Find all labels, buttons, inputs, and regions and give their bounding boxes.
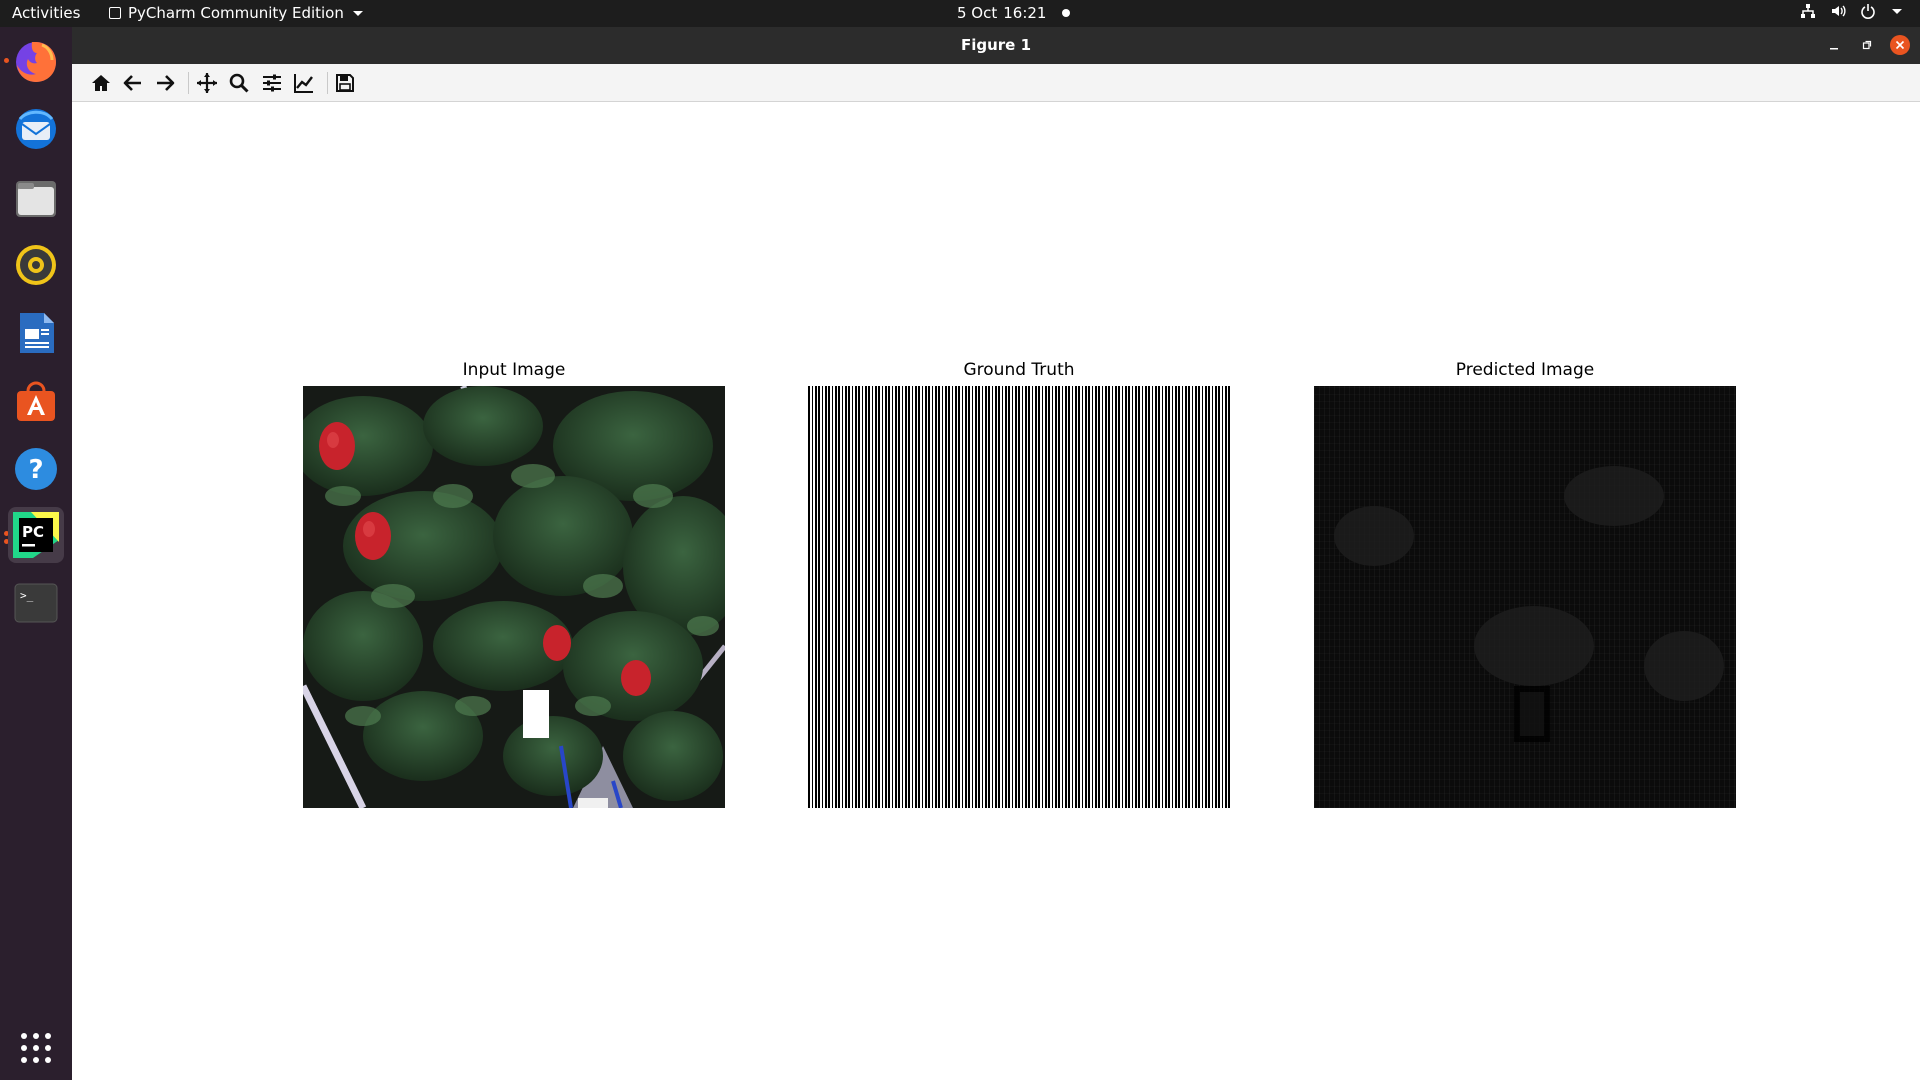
activities-button[interactable]: Activities: [12, 4, 80, 22]
home-button[interactable]: [88, 70, 114, 96]
app-menu-icon: [109, 7, 121, 19]
notification-dot-icon: [1062, 9, 1071, 17]
window-title: Figure 1: [960, 36, 1032, 54]
restore-icon: [1862, 40, 1872, 50]
software-center-icon: [17, 381, 55, 421]
clock-time: 16:21: [1003, 4, 1047, 22]
zoom-icon: [229, 73, 249, 93]
minimize-icon: [1830, 48, 1838, 50]
dock-item-pycharm[interactable]: PC: [8, 507, 64, 563]
top-bar: Activities PyCharm Community Edition 5 O…: [0, 0, 1920, 27]
figure-canvas[interactable]: Input Image Ground Truth Predicted Image: [72, 102, 1920, 1080]
back-arrow-icon: [123, 75, 141, 91]
save-button[interactable]: [332, 70, 358, 96]
dock-item-help[interactable]: ?: [8, 441, 64, 497]
firefox-icon: [16, 42, 56, 82]
app-menu-label: PyCharm Community Edition: [128, 4, 344, 22]
subplot-title: Input Image: [462, 360, 566, 380]
network-icon: [1801, 4, 1815, 18]
dock-item-rhythmbox[interactable]: [8, 237, 64, 293]
forward-button[interactable]: [152, 70, 178, 96]
dock-item-software[interactable]: [8, 373, 64, 429]
clock-date: 5 Oct: [957, 4, 998, 22]
toolbar-separator: [188, 72, 189, 94]
pan-icon: [197, 73, 217, 93]
show-applications-button[interactable]: [8, 1020, 64, 1076]
forward-arrow-icon: [157, 75, 175, 91]
dock-item-writer[interactable]: [8, 305, 64, 361]
dock-item-firefox[interactable]: [8, 33, 64, 89]
save-icon: [336, 74, 354, 92]
matplotlib-toolbar: [72, 64, 1920, 102]
toolbar-separator: [327, 72, 328, 94]
pan-button[interactable]: [194, 70, 220, 96]
volume-icon: [1832, 5, 1846, 17]
libreoffice-writer-icon: [20, 313, 54, 353]
window-titlebar[interactable]: Figure 1: [72, 27, 1920, 64]
subplot-title: Predicted Image: [1455, 360, 1595, 380]
back-button[interactable]: [120, 70, 146, 96]
rhythmbox-icon: [16, 245, 56, 285]
app-menu[interactable]: PyCharm Community Edition: [109, 4, 363, 22]
system-tray[interactable]: [1800, 3, 1902, 19]
dock-item-terminal[interactable]: >_: [8, 575, 64, 631]
thunderbird-icon: [16, 109, 56, 149]
close-button[interactable]: [1890, 35, 1910, 55]
dock: ? PC >_: [0, 27, 72, 1080]
edit-axis-icon: [294, 74, 313, 93]
chevron-down-icon: [1892, 8, 1902, 14]
ground-truth-image: [808, 386, 1230, 808]
configure-subplots-button[interactable]: [259, 70, 285, 96]
maximize-button[interactable]: [1857, 35, 1877, 55]
help-icon: ?: [15, 448, 57, 490]
dock-item-files[interactable]: [8, 169, 64, 225]
svg-text:>_: >_: [20, 589, 34, 602]
clock[interactable]: 5 Oct 16:21: [957, 4, 1071, 22]
home-icon: [92, 75, 110, 91]
svg-text:PC: PC: [22, 523, 44, 541]
minimize-button[interactable]: [1824, 35, 1844, 55]
chevron-down-icon: [352, 10, 363, 16]
subplot-title: Ground Truth: [963, 360, 1075, 380]
files-icon: [16, 181, 56, 217]
edit-axis-button[interactable]: [291, 70, 317, 96]
svg-text:?: ?: [28, 455, 43, 485]
terminal-icon: >_: [14, 583, 58, 623]
subplots-config-icon: [263, 74, 281, 92]
pycharm-icon: PC: [13, 512, 59, 558]
close-icon: [1895, 40, 1905, 50]
dock-item-thunderbird[interactable]: [8, 101, 64, 157]
predicted-image: [1314, 386, 1736, 808]
zoom-button[interactable]: [226, 70, 252, 96]
input-image: [303, 386, 725, 808]
power-icon: [1861, 4, 1875, 19]
app-grid-icon: [21, 1033, 51, 1063]
